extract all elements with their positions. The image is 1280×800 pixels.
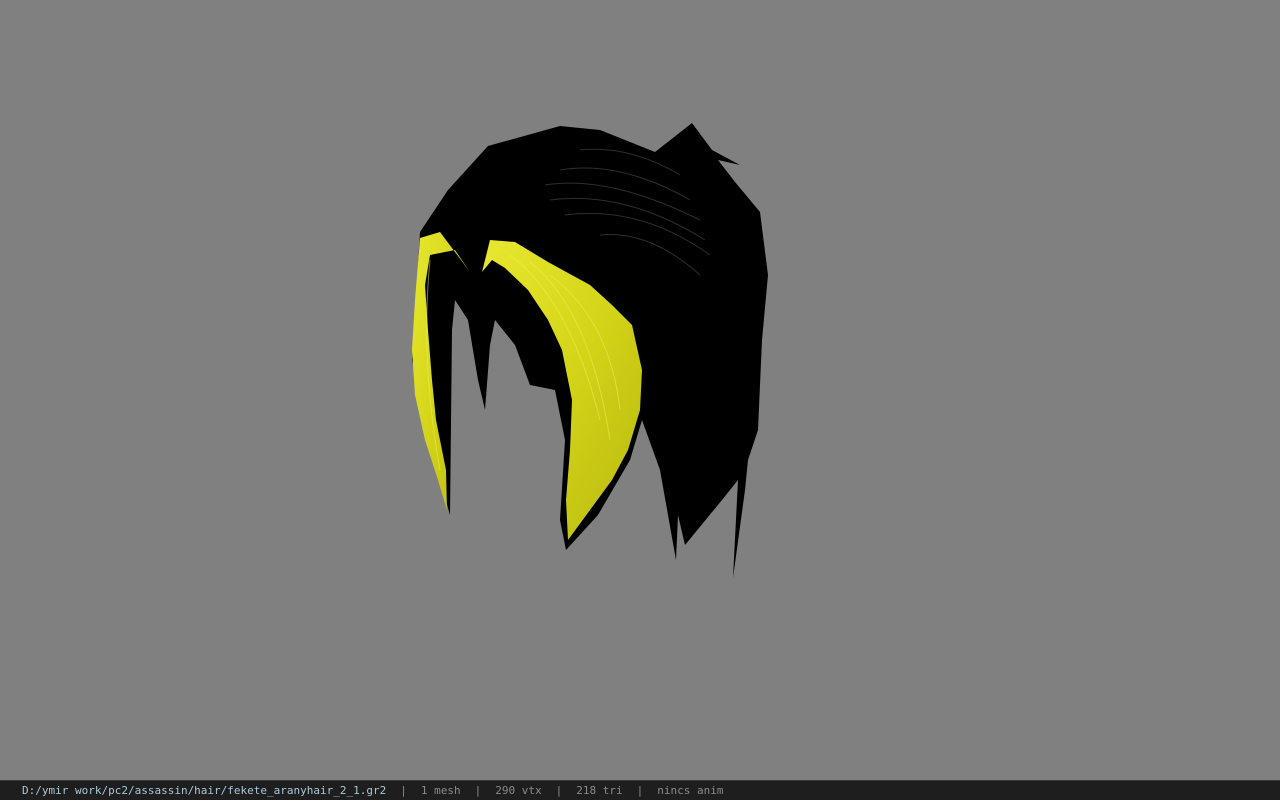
model-render[interactable] bbox=[0, 0, 1280, 780]
status-separator: | bbox=[555, 784, 563, 797]
status-triangle-count: 218 tri bbox=[576, 784, 623, 797]
status-file-path: D:/ymir work/pc2/assassin/hair/fekete_ar… bbox=[22, 784, 387, 797]
status-separator: | bbox=[474, 784, 482, 797]
status-bar: D:/ymir work/pc2/assassin/hair/fekete_ar… bbox=[0, 780, 1280, 800]
status-animation: nincs anim bbox=[657, 784, 724, 797]
status-separator: | bbox=[400, 784, 407, 797]
status-separator: | bbox=[636, 784, 644, 797]
status-mesh-count: 1 mesh bbox=[420, 784, 461, 797]
status-vertex-count: 290 vtx bbox=[495, 784, 542, 797]
3d-viewport[interactable] bbox=[0, 0, 1280, 780]
